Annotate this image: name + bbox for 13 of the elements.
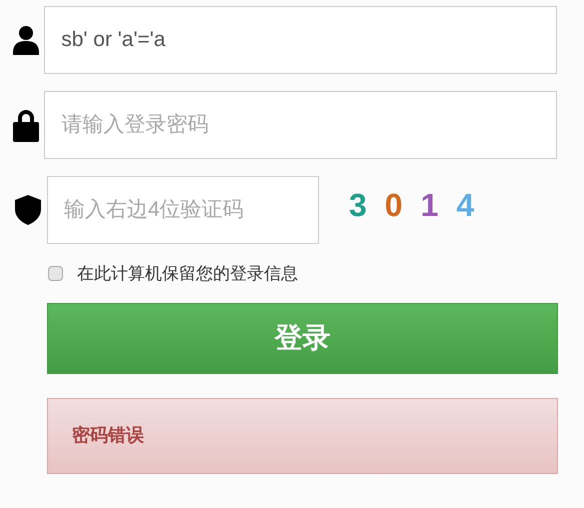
lock-icon <box>12 108 40 142</box>
captcha-digit: 0 <box>384 186 403 225</box>
input-field[interactable]: 输入右边4位验证码 <box>47 176 319 244</box>
input-field[interactable]: sb' or 'a'='a <box>44 6 557 74</box>
remember-label: 在此计算机保留您的登录信息 <box>77 263 298 285</box>
user-icon <box>13 25 40 55</box>
remember-checkbox[interactable] <box>48 266 63 282</box>
shield-icon <box>14 195 40 225</box>
captcha-digit: 4 <box>456 186 474 225</box>
error-message: 密码错误 <box>72 424 144 447</box>
captcha-digit: 1 <box>420 186 438 225</box>
captcha-digit: 3 <box>349 186 367 225</box>
input-field[interactable]: 请输入登录密码 <box>44 91 557 159</box>
